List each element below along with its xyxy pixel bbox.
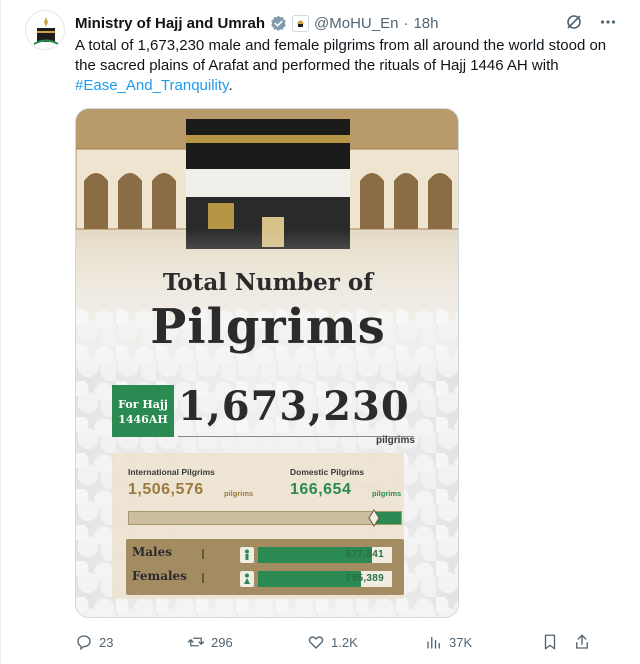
grok-icon[interactable] <box>564 12 584 32</box>
gender-breakdown-panel: Males 877,841 Females 795,389 <box>126 539 404 595</box>
pilgrim-split-bar <box>128 509 402 527</box>
like-count: 1.2K <box>331 634 358 650</box>
ministry-logo-icon <box>33 17 59 45</box>
domestic-value: 166,654 <box>290 481 352 498</box>
verified-badge-icon[interactable] <box>270 15 287 32</box>
views-button[interactable]: 37K <box>425 633 472 651</box>
infographic-title: Total Number of <box>162 269 374 296</box>
infographic-title-main: Pilgrims <box>150 299 386 355</box>
international-value: 1,506,576 <box>128 481 204 498</box>
male-icon <box>240 547 254 563</box>
repost-icon <box>187 637 205 647</box>
females-bar: 795,389 <box>258 571 392 587</box>
share-button[interactable] <box>573 633 591 651</box>
reply-icon <box>77 635 91 651</box>
views-icon <box>427 636 440 649</box>
domestic-unit: pilgrims <box>372 489 402 498</box>
males-bar: 877,841 <box>258 547 392 563</box>
avatar[interactable] <box>25 10 65 50</box>
infographic-image[interactable]: Total Number of Pilgrims For Hajj 1446AH… <box>75 108 459 618</box>
repost-button[interactable]: 296 <box>187 633 233 651</box>
reply-button[interactable]: 23 <box>75 633 113 651</box>
author-name[interactable]: Ministry of Hajj and Umrah <box>75 15 265 32</box>
hashtag-link[interactable]: #Ease_And_Tranquility <box>75 77 228 94</box>
hajj-year-badge: For Hajj 1446AH <box>112 385 174 437</box>
female-icon <box>240 571 254 587</box>
repost-count: 296 <box>211 634 233 650</box>
males-separator <box>202 549 204 559</box>
tweet-timestamp[interactable]: 18h <box>413 15 438 32</box>
tweet-text-end: . <box>228 77 233 94</box>
total-pilgrims-unit: pilgrims <box>376 435 415 446</box>
tweet-actions: 23 296 1.2K 37K <box>75 630 597 654</box>
tweet-card[interactable]: Ministry of Hajj and Umrah @MoHU_En · 18… <box>0 0 640 664</box>
badge-line2: 1446AH <box>118 413 168 426</box>
international-label: International Pilgrims <box>128 467 215 477</box>
international-unit: pilgrims <box>224 489 254 498</box>
author-handle[interactable]: @MoHU_En <box>314 15 398 32</box>
affiliation-badge-icon[interactable] <box>292 14 310 32</box>
females-value: 795,389 <box>345 573 384 584</box>
total-pilgrims-value: 1,673,230 <box>178 383 410 430</box>
split-marker-icon <box>368 509 380 527</box>
like-button[interactable]: 1.2K <box>307 633 358 651</box>
header-actions <box>564 12 618 32</box>
separator-dot: · <box>403 14 409 32</box>
share-icon <box>576 634 588 649</box>
like-icon <box>308 636 324 649</box>
bookmark-icon <box>544 634 556 650</box>
badge-line1: For Hajj <box>118 398 168 411</box>
tweet-text-body: A total of 1,673,230 male and female pil… <box>75 37 607 74</box>
more-icon[interactable] <box>598 12 618 32</box>
reply-count: 23 <box>99 634 114 650</box>
females-label: Females <box>132 569 187 583</box>
males-label: Males <box>132 545 173 559</box>
domestic-label: Domestic Pilgrims <box>290 467 365 477</box>
females-separator <box>202 573 204 583</box>
bookmark-button[interactable] <box>541 633 559 651</box>
tweet-header: Ministry of Hajj and Umrah @MoHU_En · 18… <box>75 13 438 33</box>
tweet-text: A total of 1,673,230 male and female pil… <box>75 36 615 96</box>
males-value: 877,841 <box>345 549 384 560</box>
views-count: 37K <box>449 634 473 650</box>
